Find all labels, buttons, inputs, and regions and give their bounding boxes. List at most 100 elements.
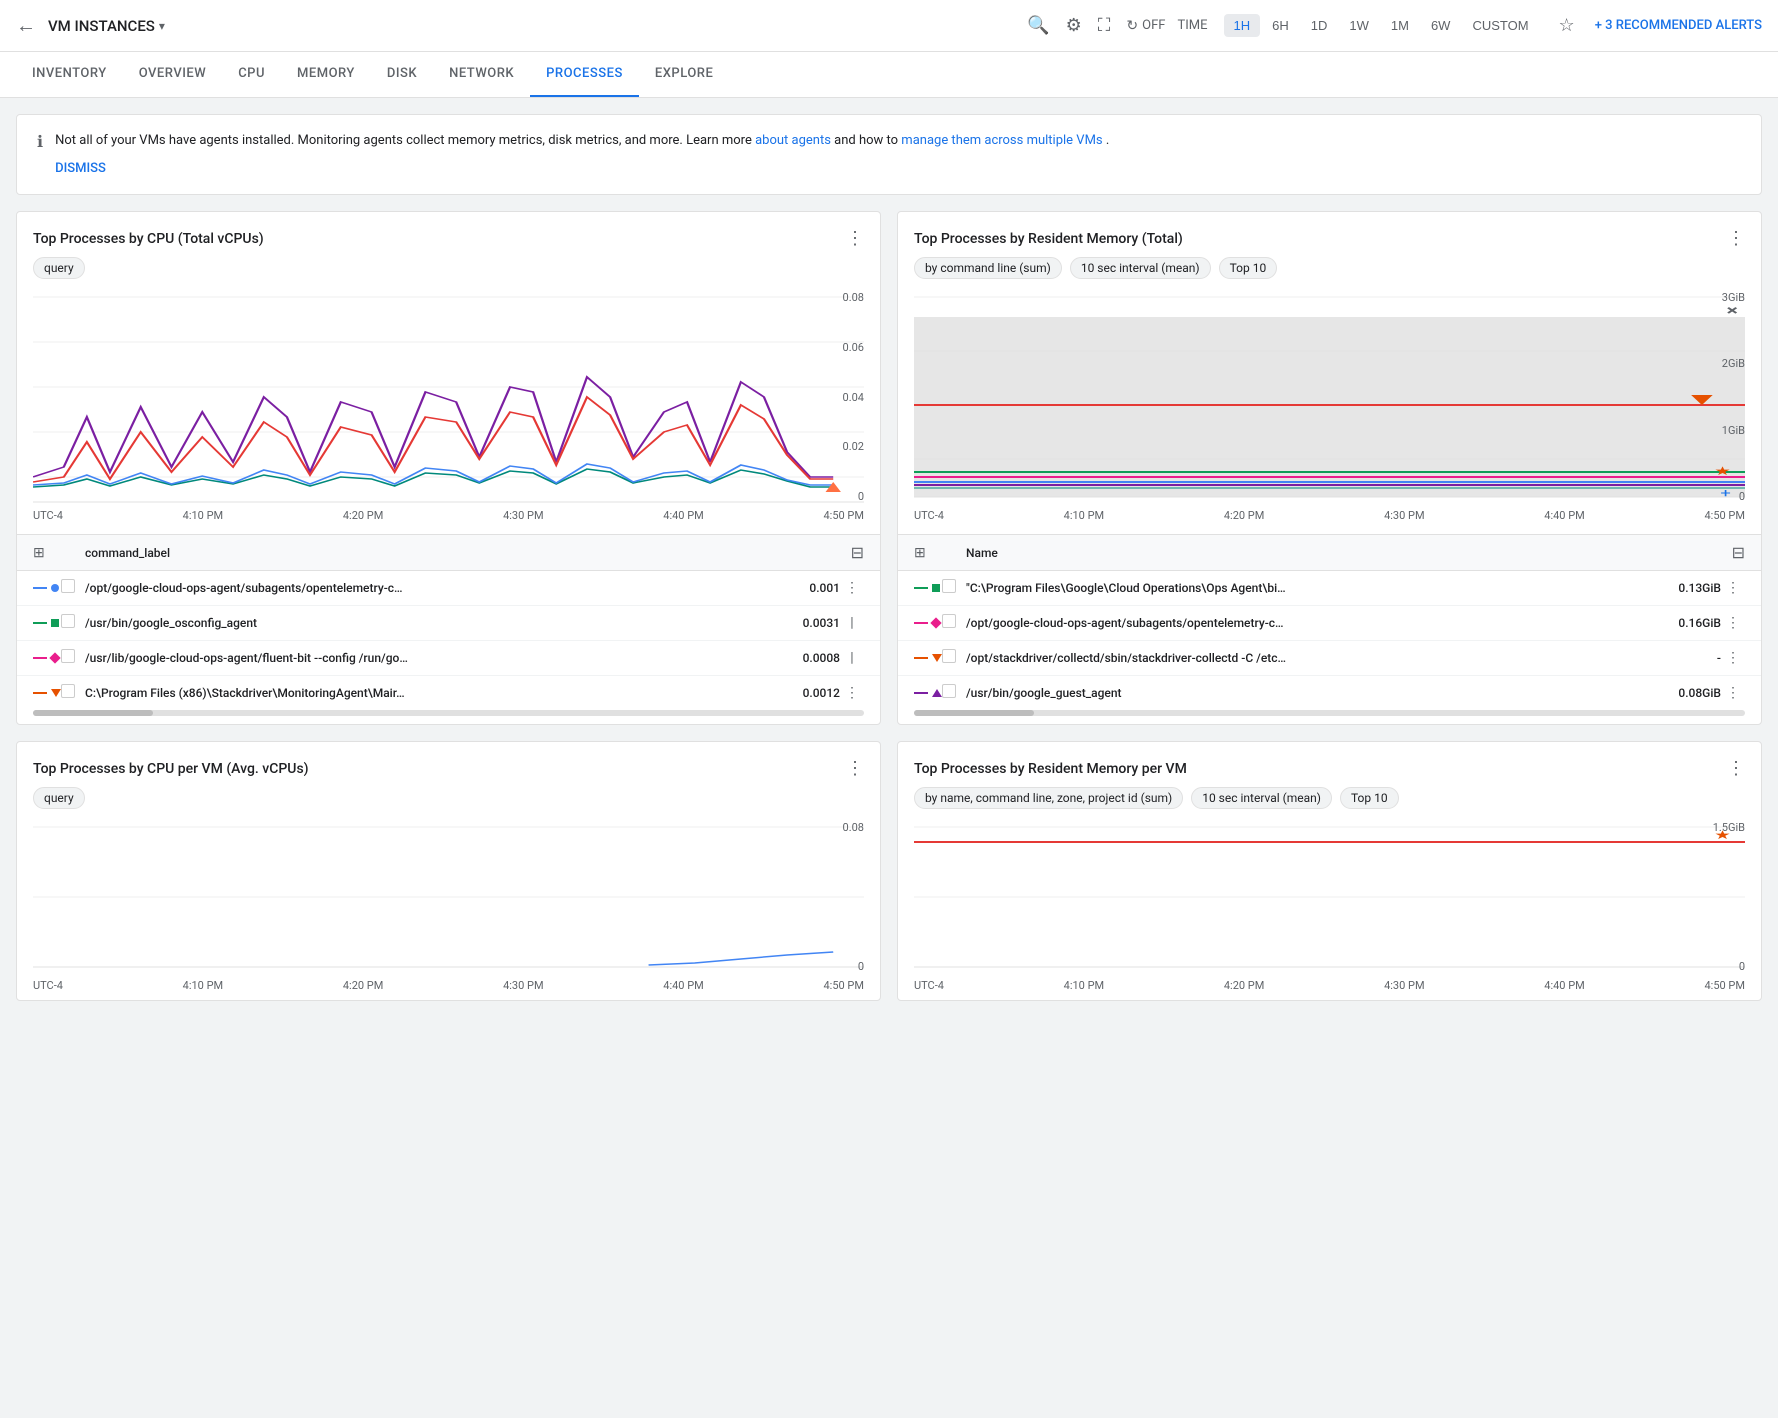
legend-more[interactable]: ⋮ (1721, 615, 1745, 631)
chart2-svg: × ★ + (914, 287, 1745, 507)
about-agents-link[interactable]: about agents (755, 133, 831, 148)
legend-row: /opt/google-cloud-ops-agent/subagents/op… (17, 571, 880, 606)
legend-name: /usr/lib/google-cloud-ops-agent/fluent-b… (85, 651, 760, 665)
tab-network[interactable]: NETWORK (433, 52, 530, 97)
refresh-toggle[interactable]: ↻ OFF (1126, 18, 1165, 34)
legend-more[interactable]: | (840, 650, 864, 666)
chart1-title: Top Processes by CPU (Total vCPUs) (33, 231, 264, 247)
legend-more[interactable]: ⋮ (1721, 685, 1745, 701)
chart2-canvas: × ★ + (914, 287, 1745, 507)
chart1-x-axis: UTC-4 4:10 PM 4:20 PM 4:30 PM 4:40 PM 4:… (33, 507, 864, 530)
chart3-title: Top Processes by CPU per VM (Avg. vCPUs) (33, 761, 309, 777)
legend-checkbox[interactable] (61, 649, 75, 663)
chart4-filter-name[interactable]: by name, command line, zone, project id … (914, 787, 1183, 809)
time-1w[interactable]: 1W (1339, 14, 1379, 37)
chart1-more-button[interactable]: ⋮ (846, 228, 864, 249)
chart1-header: Top Processes by CPU (Total vCPUs) ⋮ (17, 212, 880, 257)
legend-row: /usr/bin/google_guest_agent 0.08GiB ⋮ (898, 676, 1761, 710)
chart1-y-axis: 0.08 0.06 0.04 0.02 0 (824, 287, 864, 507)
legend-value: 0.0031 (760, 616, 840, 630)
chart2-scrollbar[interactable] (914, 710, 1745, 716)
chart4-filter-top10[interactable]: Top 10 (1340, 787, 1399, 809)
legend-more[interactable]: ⋮ (1721, 580, 1745, 596)
chart2-more-button[interactable]: ⋮ (1727, 228, 1745, 249)
legend-grid-icon: ⊞ (33, 545, 45, 561)
banner-text: Not all of your VMs have agents installe… (55, 131, 1741, 178)
search-icon[interactable]: 🔍 (1027, 15, 1049, 36)
header-icons: 🔍 ⚙ ⛶ ↻ OFF (1027, 15, 1165, 36)
chart1-scrollbar[interactable] (33, 710, 864, 716)
legend-checkbox[interactable] (942, 684, 956, 698)
legend-name: /opt/google-cloud-ops-agent/subagents/op… (966, 616, 1641, 630)
time-1d[interactable]: 1D (1301, 14, 1338, 37)
back-button[interactable]: ← (16, 13, 36, 38)
legend-columns-icon[interactable]: ⊟ (1732, 543, 1745, 562)
chart1-filters: query (17, 257, 880, 287)
legend-value: - (1641, 651, 1721, 665)
favorite-button[interactable]: ☆ (1559, 15, 1575, 36)
chart4-filters: by name, command line, zone, project id … (898, 787, 1761, 817)
manage-vms-link[interactable]: manage them across multiple VMs (901, 133, 1102, 148)
settings-icon[interactable]: ⚙ (1066, 15, 1082, 36)
legend-more[interactable]: | (840, 615, 864, 631)
tab-disk[interactable]: DISK (371, 52, 433, 97)
chart1-legend: ⊞ command_label ⊟ /opt/google-clo (17, 534, 880, 710)
chart3-header: Top Processes by CPU per VM (Avg. vCPUs)… (17, 742, 880, 787)
chart2-legend: ⊞ Name ⊟ "C:\Program Files\Google (898, 534, 1761, 710)
legend-row: /usr/bin/google_osconfig_agent 0.0031 | (17, 606, 880, 641)
legend-checkbox[interactable] (942, 614, 956, 628)
legend-indicator (914, 619, 942, 627)
chart4-area: ★ 1.5GiB 0 UTC-4 4:10 PM 4:20 PM 4:30 PM… (898, 817, 1761, 1000)
chart1-filter-query[interactable]: query (33, 257, 85, 279)
time-6w[interactable]: 6W (1421, 14, 1461, 37)
chart3-x-axis: UTC-4 4:10 PM 4:20 PM 4:30 PM 4:40 PM 4:… (33, 977, 864, 1000)
legend-indicator (33, 689, 61, 697)
charts-grid: Top Processes by CPU (Total vCPUs) ⋮ que… (0, 211, 1778, 1017)
legend-more[interactable]: ⋮ (840, 580, 864, 596)
legend-checkbox[interactable] (61, 579, 75, 593)
legend-indicator (33, 584, 61, 592)
time-custom[interactable]: CUSTOM (1462, 14, 1538, 37)
legend-indicator (914, 654, 942, 662)
legend-value: 0.16GiB (1641, 616, 1721, 630)
tab-inventory[interactable]: INVENTORY (16, 52, 123, 97)
legend-name: /opt/stackdriver/collectd/sbin/stackdriv… (966, 651, 1641, 665)
tab-explore[interactable]: EXPLORE (639, 52, 729, 97)
chart-cpu-per-vm: Top Processes by CPU per VM (Avg. vCPUs)… (16, 741, 881, 1001)
chart3-filter-query[interactable]: query (33, 787, 85, 809)
chart4-svg: ★ (914, 817, 1745, 977)
time-1h[interactable]: 1H (1224, 14, 1261, 37)
chart2-filter-interval[interactable]: 10 sec interval (mean) (1070, 257, 1211, 279)
chart2-filter-top10[interactable]: Top 10 (1219, 257, 1278, 279)
tab-cpu[interactable]: CPU (222, 52, 281, 97)
time-6h[interactable]: 6H (1262, 14, 1299, 37)
time-buttons: 1H 6H 1D 1W 1M 6W CUSTOM (1224, 14, 1539, 37)
tab-processes[interactable]: PROCESSES (530, 52, 639, 97)
time-1m[interactable]: 1M (1381, 14, 1419, 37)
chart4-more-button[interactable]: ⋮ (1727, 758, 1745, 779)
legend-checkbox[interactable] (61, 684, 75, 698)
legend-more[interactable]: ⋮ (1721, 650, 1745, 666)
title-dropdown-icon[interactable]: ▾ (159, 19, 165, 33)
chart4-filter-interval[interactable]: 10 sec interval (mean) (1191, 787, 1332, 809)
alerts-button[interactable]: + 3 RECOMMENDED ALERTS (1595, 18, 1762, 33)
legend-checkbox[interactable] (942, 649, 956, 663)
chart2-legend-header: ⊞ Name ⊟ (898, 535, 1761, 571)
legend-checkbox[interactable] (61, 614, 75, 628)
chart2-header: Top Processes by Resident Memory (Total)… (898, 212, 1761, 257)
legend-row: /opt/google-cloud-ops-agent/subagents/op… (898, 606, 1761, 641)
chart4-x-axis: UTC-4 4:10 PM 4:20 PM 4:30 PM 4:40 PM 4:… (914, 977, 1745, 1000)
chart2-title: Top Processes by Resident Memory (Total) (914, 231, 1183, 247)
tab-memory[interactable]: MEMORY (281, 52, 371, 97)
chart3-more-button[interactable]: ⋮ (846, 758, 864, 779)
chart-memory-per-vm: Top Processes by Resident Memory per VM … (897, 741, 1762, 1001)
legend-checkbox[interactable] (942, 579, 956, 593)
chart3-filters: query (17, 787, 880, 817)
legend-name: C:\Program Files (x86)\Stackdriver\Monit… (85, 686, 760, 700)
legend-columns-icon[interactable]: ⊟ (851, 543, 864, 562)
tab-overview[interactable]: OVERVIEW (123, 52, 222, 97)
legend-more[interactable]: ⋮ (840, 685, 864, 701)
dismiss-button[interactable]: DISMISS (55, 159, 1741, 179)
chart2-filter-cmd[interactable]: by command line (sum) (914, 257, 1062, 279)
expand-icon[interactable]: ⛶ (1098, 15, 1111, 36)
